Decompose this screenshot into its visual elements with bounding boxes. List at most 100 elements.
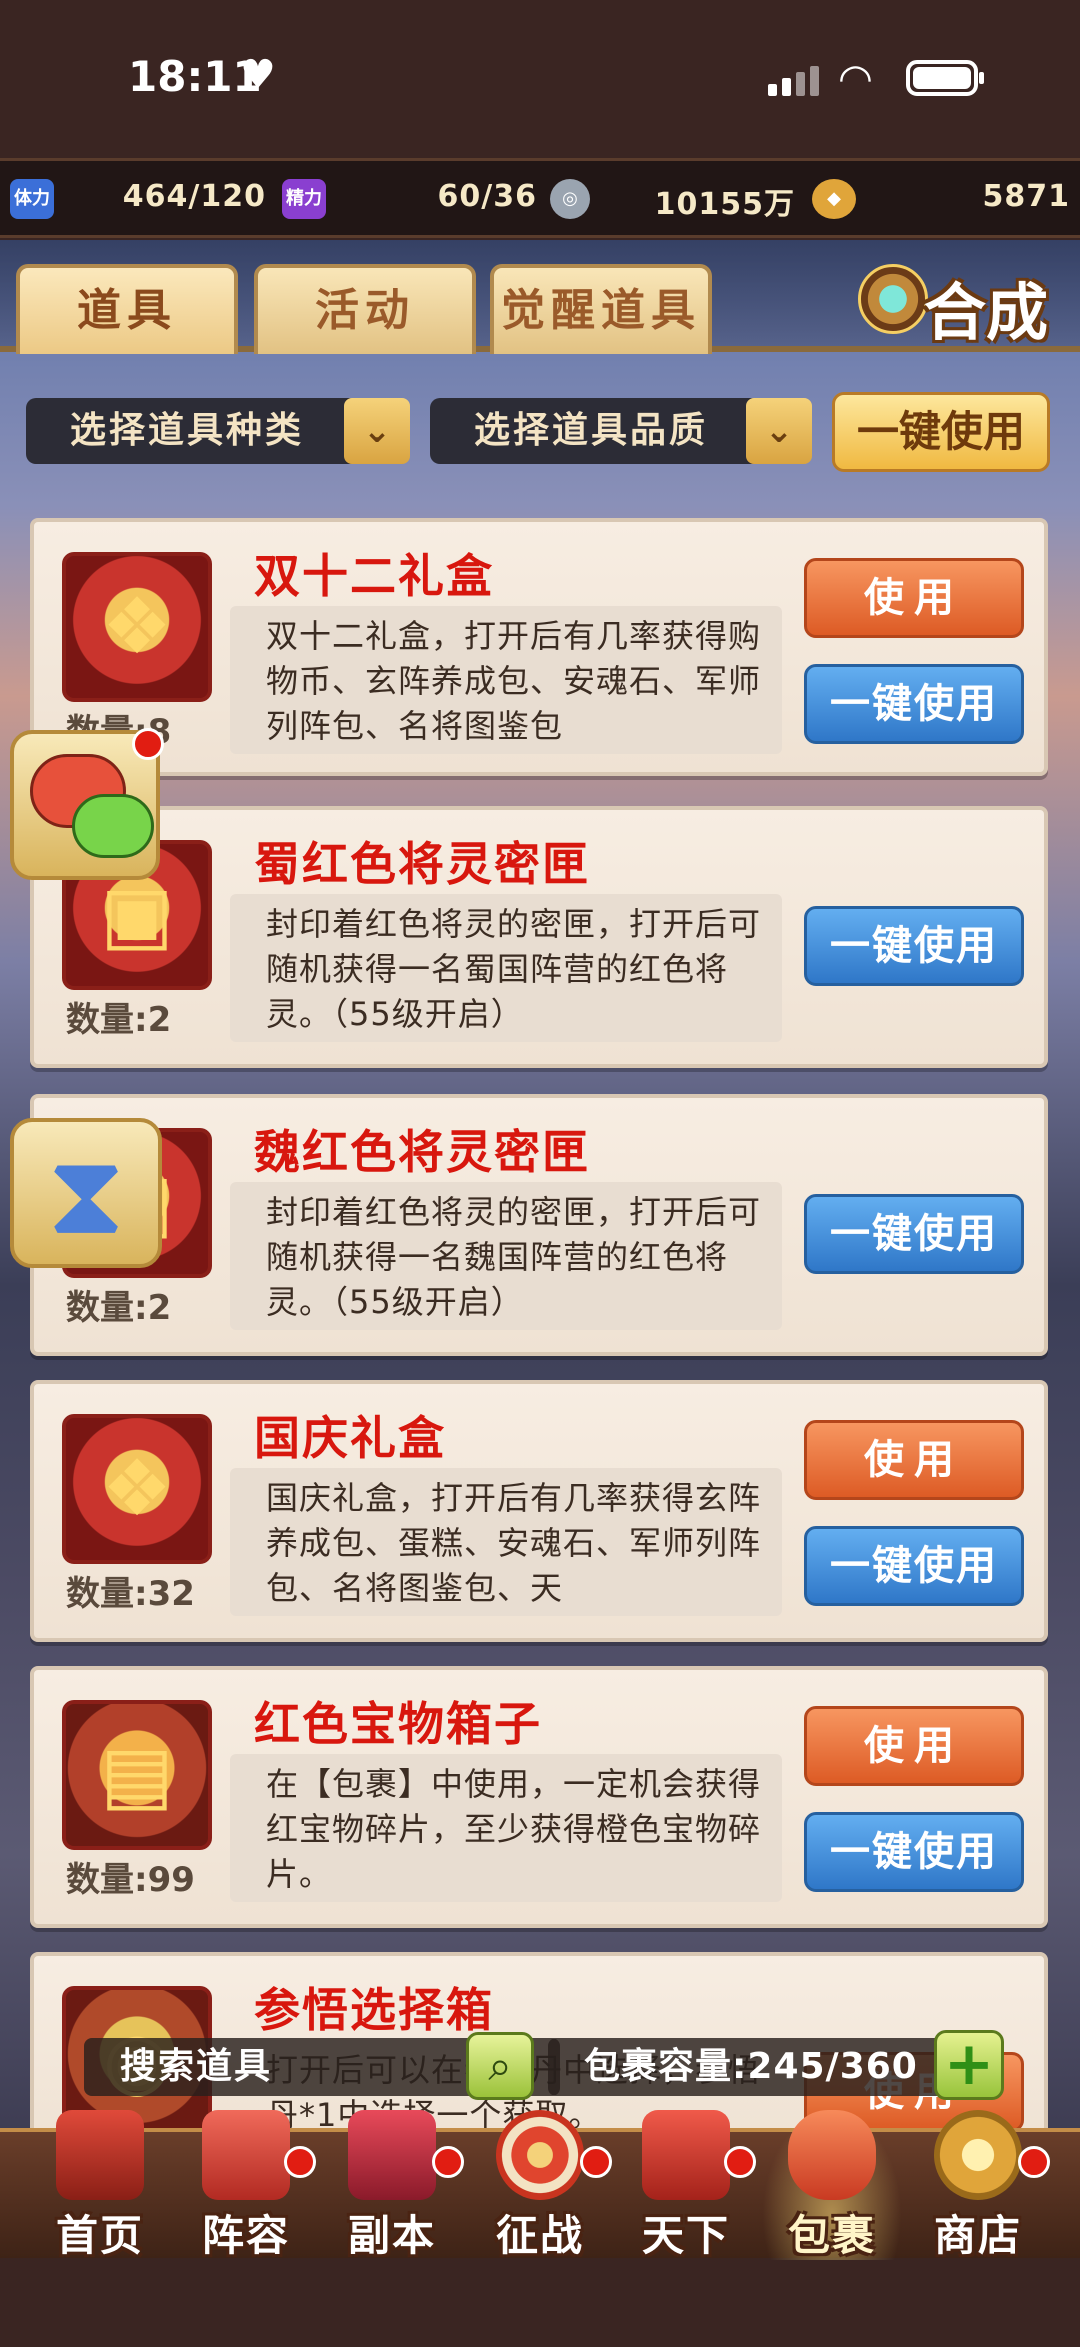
synthesize-button[interactable]: 合成 <box>858 256 1068 349</box>
tab-awaken-items[interactable]: 觉醒道具 <box>490 264 712 354</box>
resource-stamina[interactable]: 体力 464/120 <box>10 173 266 227</box>
expand-capacity-button[interactable]: + <box>934 2030 1004 2100</box>
item-quality-select[interactable]: 选择道具品质 ⌄ <box>430 398 812 464</box>
nav-label: 商店 <box>933 2211 1022 2260</box>
resource-bar: 体力 464/120 精力 60/36 ◎ 10155万 ◆ 5871 <box>0 158 1080 238</box>
item-description: 封印着红色将灵的密匣，打开后可随机获得一名蜀国阵营的红色将灵。（55级开启） <box>230 894 782 1042</box>
energy-icon: 精力 <box>282 179 326 219</box>
use-button[interactable]: 使用 <box>804 1706 1024 1786</box>
item-title: 魏红色将灵密匣 <box>254 1125 590 1179</box>
notification-dot <box>580 2146 612 2178</box>
item-quantity: 数量:2 <box>66 1288 172 1328</box>
stamina-value: 464/120 <box>122 179 266 214</box>
item-type-label: 选择道具种类 <box>70 410 305 451</box>
resource-gold[interactable]: ◆ 5871 <box>812 173 1070 227</box>
chat-float-button[interactable] <box>10 728 164 880</box>
chevron-down-icon[interactable]: ⌄ <box>746 398 812 464</box>
gold-value: 5871 <box>982 179 1070 214</box>
status-bar: 18:11 ♥ ◠ <box>0 0 1080 150</box>
lineup-icon <box>202 2110 290 2200</box>
treasure-box-icon[interactable]: ▤ <box>62 1700 212 1850</box>
nav-home[interactable]: 首页 <box>30 2110 170 2260</box>
tab-activity[interactable]: 活动 <box>254 264 476 354</box>
search-items-label: 搜索道具 <box>120 2046 273 2087</box>
bag-capacity: 包裹容量:245/360 <box>548 2038 960 2096</box>
use-all-button[interactable]: 一键使用 <box>832 392 1050 472</box>
home-icon <box>56 2110 144 2200</box>
gold-ingot-icon: ◆ <box>812 179 856 219</box>
use-button[interactable]: 使用 <box>804 1420 1024 1500</box>
item-card: ❖ 数量:32 国庆礼盒 国庆礼盒，打开后有几率获得玄阵养成包、蛋糕、安魂石、军… <box>30 1380 1048 1642</box>
dungeon-icon <box>348 2110 436 2200</box>
resource-energy[interactable]: 精力 60/36 <box>282 173 537 227</box>
energy-value: 60/36 <box>437 179 537 214</box>
battery-icon <box>906 60 984 96</box>
notification-dot <box>432 2146 464 2178</box>
nav-battle[interactable]: 征战 <box>470 2110 612 2260</box>
gift-box-icon[interactable]: ❖ <box>62 1414 212 1564</box>
nav-label: 副本 <box>347 2211 436 2260</box>
notification-dot <box>132 728 164 760</box>
one-key-use-button[interactable]: 一键使用 <box>804 906 1024 986</box>
signal-icon <box>768 66 824 96</box>
nav-bag[interactable]: 包裹 <box>762 2110 902 2260</box>
resource-coins[interactable]: ◎ 10155万 <box>550 173 795 227</box>
home-indicator-area <box>0 2262 1080 2347</box>
nav-label: 征战 <box>495 2211 584 2260</box>
item-card: ▣ 数量:2 魏红色将灵密匣 封印着红色将灵的密匣，打开后可随机获得一名魏国阵营… <box>30 1094 1048 1356</box>
item-quantity: 数量:99 <box>66 1860 195 1900</box>
item-title: 国庆礼盒 <box>254 1411 446 1465</box>
nav-label: 天下 <box>641 2211 730 2260</box>
notification-dot <box>1018 2146 1050 2178</box>
one-key-use-button[interactable]: 一键使用 <box>804 1526 1024 1606</box>
item-quality-label: 选择道具品质 <box>474 410 709 451</box>
hourglass-float-button[interactable]: ⧗ <box>10 1118 162 1268</box>
hourglass-icon: ⧗ <box>46 1130 126 1260</box>
item-description: 双十二礼盒，打开后有几率获得购物币、玄阵养成包、安魂石、军师列阵包、名将图鉴包 <box>230 606 782 754</box>
item-title: 参悟选择箱 <box>254 1983 494 2037</box>
notification-dot <box>724 2146 756 2178</box>
use-button[interactable]: 使用 <box>804 558 1024 638</box>
item-type-select[interactable]: 选择道具种类 ⌄ <box>26 398 410 464</box>
chat-bubble-icon <box>72 794 154 858</box>
item-title: 蜀红色将灵密匣 <box>254 837 590 891</box>
heart-icon: ♥ <box>240 52 276 98</box>
chevron-down-icon[interactable]: ⌄ <box>344 398 410 464</box>
bag-icon <box>788 2110 876 2200</box>
nav-label: 阵容 <box>201 2211 290 2260</box>
gift-box-icon[interactable]: ❖ <box>62 552 212 702</box>
nav-world[interactable]: 天下 <box>616 2110 756 2260</box>
search-icon: ⌕ <box>488 2041 512 2090</box>
item-card: ❖ 数量:8 双十二礼盒 双十二礼盒，打开后有几率获得购物币、玄阵养成包、安魂石… <box>30 518 1048 776</box>
item-quantity: 数量:32 <box>66 1574 195 1614</box>
synthesize-icon <box>858 264 928 334</box>
notification-dot <box>284 2146 316 2178</box>
one-key-use-button[interactable]: 一键使用 <box>804 664 1024 744</box>
item-title: 红色宝物箱子 <box>254 1697 542 1751</box>
nav-label: 首页 <box>55 2211 144 2260</box>
bag-capacity-label: 包裹容量:245/360 <box>584 2046 918 2087</box>
shop-icon <box>934 2110 1022 2200</box>
item-description: 封印着红色将灵的密匣，打开后可随机获得一名魏国阵营的红色将灵。（55级开启） <box>230 1182 782 1330</box>
tab-items[interactable]: 道具 <box>16 264 238 354</box>
nav-label: 包裹 <box>787 2211 876 2260</box>
item-description: 国庆礼盒，打开后有几率获得玄阵养成包、蛋糕、安魂石、军师列阵包、名将图鉴包、天 <box>230 1468 782 1616</box>
item-quantity: 数量:2 <box>66 1000 172 1040</box>
plus-icon: + <box>943 2029 995 2099</box>
stamina-icon: 体力 <box>10 179 54 219</box>
nav-lineup[interactable]: 阵容 <box>176 2110 316 2260</box>
one-key-use-button[interactable]: 一键使用 <box>804 1812 1024 1892</box>
item-description: 在【包裹】中使用，一定机会获得红宝物碎片，至少获得橙色宝物碎片。 <box>230 1754 782 1902</box>
search-button[interactable]: ⌕ <box>466 2032 534 2100</box>
coin-icon: ◎ <box>550 179 590 219</box>
battle-icon <box>496 2110 584 2200</box>
wifi-icon: ◠ <box>838 56 873 102</box>
item-title: 双十二礼盒 <box>254 549 494 603</box>
item-card: ▣ 数量:2 蜀红色将灵密匣 封印着红色将灵的密匣，打开后可随机获得一名蜀国阵营… <box>30 806 1048 1068</box>
one-key-use-button[interactable]: 一键使用 <box>804 1194 1024 1274</box>
nav-dungeon[interactable]: 副本 <box>322 2110 464 2260</box>
synthesize-label: 合成 <box>924 276 1049 349</box>
coins-value: 10155万 <box>654 187 795 222</box>
item-card: ▤ 数量:99 红色宝物箱子 在【包裹】中使用，一定机会获得红宝物碎片，至少获得… <box>30 1666 1048 1928</box>
nav-shop[interactable]: 商店 <box>908 2110 1050 2260</box>
